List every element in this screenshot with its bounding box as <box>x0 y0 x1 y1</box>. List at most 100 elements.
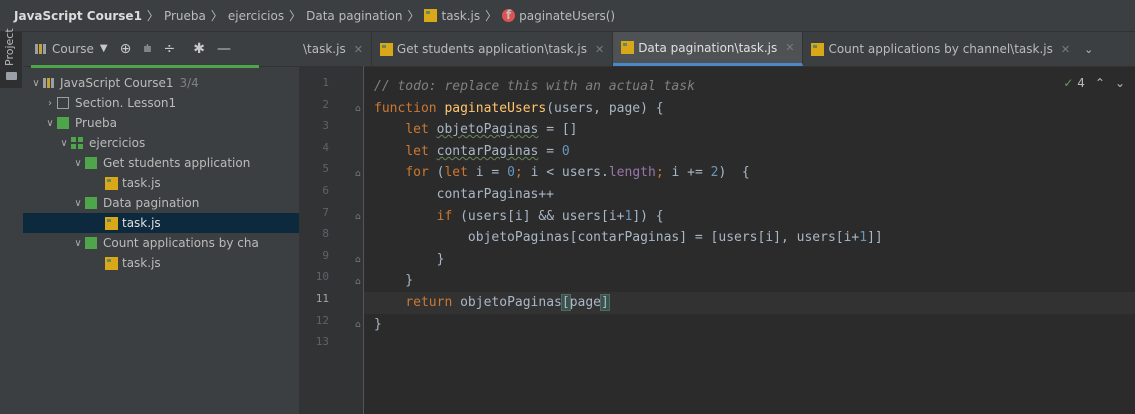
tab-task-partial[interactable]: \task.js ✕ <box>299 32 372 66</box>
course-icon <box>43 78 54 88</box>
line-number: 8 <box>322 227 329 241</box>
code-line[interactable]: if (users[i] && users[i+1]) { <box>374 206 1135 228</box>
breadcrumb-item-prueba[interactable]: Prueba <box>164 9 206 23</box>
inspection-status[interactable]: ✓ 4 <box>1063 76 1085 90</box>
tree-item-task-file[interactable]: task.js <box>23 173 299 193</box>
line-number: 10 <box>315 270 329 284</box>
tree-item-count-applications[interactable]: ∨ Count applications by cha <box>23 233 299 253</box>
course-view-dropdown[interactable]: Course ▼ <box>35 42 108 56</box>
code-editor[interactable]: // todo: replace this with an actual tas… <box>363 66 1135 414</box>
project-toolbar: Course ▼ ⊕ ⩧ ÷ ✱ — <box>23 32 299 68</box>
line-number: 5 <box>322 162 329 176</box>
tree-item-ejercicios[interactable]: ∨ ejercicios <box>23 133 299 153</box>
tree-item-prueba[interactable]: ∨ Prueba <box>23 113 299 133</box>
line-number: 2 <box>322 97 329 111</box>
code-line[interactable]: // todo: replace this with an actual tas… <box>374 76 1135 98</box>
breadcrumb-item-course[interactable]: JavaScript Course1 <box>14 9 142 23</box>
lesson-grid-icon <box>71 137 83 149</box>
tree-item-course[interactable]: ∨ JavaScript Course1 3/4 <box>23 73 299 93</box>
code-line[interactable]: for (let i = 0; i < users.length; i += 2… <box>374 162 1135 184</box>
locate-icon[interactable]: ⊕ <box>120 42 132 56</box>
code-line[interactable]: } <box>374 270 1135 292</box>
code-line[interactable]: return objetoPaginas[page] <box>374 292 1135 314</box>
expand-all-icon[interactable]: ⩧ <box>143 42 151 56</box>
chevron-down-icon: ▼ <box>99 43 108 54</box>
tree-item-task-file-selected[interactable]: task.js <box>23 213 299 233</box>
code-lines: // todo: replace this with an actual tas… <box>364 66 1135 357</box>
chevron-down-icon[interactable]: ∨ <box>71 198 85 209</box>
chevron-down-icon[interactable]: ∨ <box>71 158 85 169</box>
breadcrumb-separator: 〉 <box>289 9 302 23</box>
chevron-right-icon[interactable]: › <box>43 98 57 109</box>
collapse-all-icon[interactable]: ÷ <box>164 42 176 56</box>
tree-item-label: JavaScript Course1 <box>60 76 174 90</box>
section-icon <box>57 97 69 109</box>
tab-label: Get students application\task.js <box>396 42 587 56</box>
breadcrumb-item-file[interactable]: task.js <box>441 9 480 23</box>
code-line[interactable]: } <box>374 249 1135 271</box>
task-icon <box>85 157 97 169</box>
tab-label: Data pagination\task.js <box>638 40 778 55</box>
gear-icon[interactable]: ✱ <box>193 42 205 56</box>
code-line[interactable] <box>374 335 1135 357</box>
line-number: 13 <box>315 335 329 349</box>
code-line[interactable]: objetoPaginas[contarPaginas] = [users[i]… <box>374 227 1135 249</box>
inspection-count: 4 <box>1077 76 1085 90</box>
chevron-down-icon[interactable]: ∨ <box>29 78 43 89</box>
breadcrumb-item-ejercicios[interactable]: ejercicios <box>228 9 284 23</box>
project-tool-tab[interactable]: Project <box>0 28 22 88</box>
breadcrumb-item-function[interactable]: paginateUsers() <box>519 9 615 23</box>
tree-item-get-students[interactable]: ∨ Get students application <box>23 153 299 173</box>
task-icon <box>85 237 97 249</box>
hide-icon[interactable]: — <box>217 42 231 56</box>
tree-item-label: Data pagination <box>103 196 200 210</box>
close-icon[interactable]: ✕ <box>1061 43 1070 56</box>
line-number: 9 <box>322 248 329 262</box>
tool-window-strip: Project <box>0 28 24 414</box>
tree-item-label: task.js <box>122 176 161 190</box>
breadcrumb-item-data-pagination[interactable]: Data pagination <box>306 9 402 23</box>
previous-highlight-icon[interactable]: ⌃ <box>1095 76 1105 90</box>
code-line[interactable]: contarPaginas++ <box>374 184 1135 206</box>
breadcrumb-separator: 〉 <box>146 9 159 23</box>
next-highlight-icon[interactable]: ⌄ <box>1115 76 1125 90</box>
close-icon[interactable]: ✕ <box>785 41 794 54</box>
breadcrumb-separator: 〉 <box>407 9 420 23</box>
chevron-down-icon[interactable]: ∨ <box>71 238 85 249</box>
code-line[interactable]: } <box>374 314 1135 336</box>
tab-data-pagination[interactable]: Data pagination\task.js ✕ <box>613 32 804 66</box>
task-icon <box>85 197 97 209</box>
course-progress: 3/4 <box>179 76 199 90</box>
code-line[interactable]: let contarPaginas = 0 <box>374 141 1135 163</box>
tree-item-label: task.js <box>122 256 161 270</box>
tree-item-data-pagination[interactable]: ∨ Data pagination <box>23 193 299 213</box>
js-file-icon <box>621 41 635 54</box>
folder-icon <box>6 72 17 80</box>
tab-list-chevron-icon[interactable]: ⌄ <box>1084 43 1093 56</box>
tree-item-label: Prueba <box>75 116 117 130</box>
line-number: 1 <box>322 76 329 89</box>
chevron-down-icon[interactable]: ∨ <box>43 118 57 129</box>
project-tree: ∨ JavaScript Course1 3/4 › Section. Less… <box>23 67 299 273</box>
line-number: 6 <box>322 184 329 197</box>
js-file-icon <box>811 42 825 56</box>
inspection-widget[interactable]: ✓ 4 ⌃ ⌄ <box>1063 76 1125 90</box>
tab-label: Count applications by channel\task.js <box>828 42 1053 56</box>
code-line[interactable]: function paginateUsers(users, page) { <box>374 98 1135 120</box>
function-icon: f <box>502 9 516 22</box>
tree-item-label: ejercicios <box>89 136 146 150</box>
tree-item-label: Section. Lesson1 <box>75 96 177 110</box>
tab-label: \task.js <box>303 42 346 56</box>
code-line[interactable]: let objetoPaginas = [] <box>374 119 1135 141</box>
close-icon[interactable]: ✕ <box>595 43 604 56</box>
breadcrumb-separator: 〉 <box>485 9 498 23</box>
check-icon: ✓ <box>1063 76 1074 90</box>
tree-item-section[interactable]: › Section. Lesson1 <box>23 93 299 113</box>
tab-get-students[interactable]: Get students application\task.js ✕ <box>372 32 614 66</box>
js-file-icon <box>379 42 393 56</box>
chevron-down-icon[interactable]: ∨ <box>57 138 71 149</box>
close-icon[interactable]: ✕ <box>354 43 363 56</box>
tab-count-applications[interactable]: Count applications by channel\task.js ✕ … <box>803 32 1101 66</box>
course-view-label: Course <box>52 42 94 56</box>
tree-item-task-file[interactable]: task.js <box>23 253 299 273</box>
